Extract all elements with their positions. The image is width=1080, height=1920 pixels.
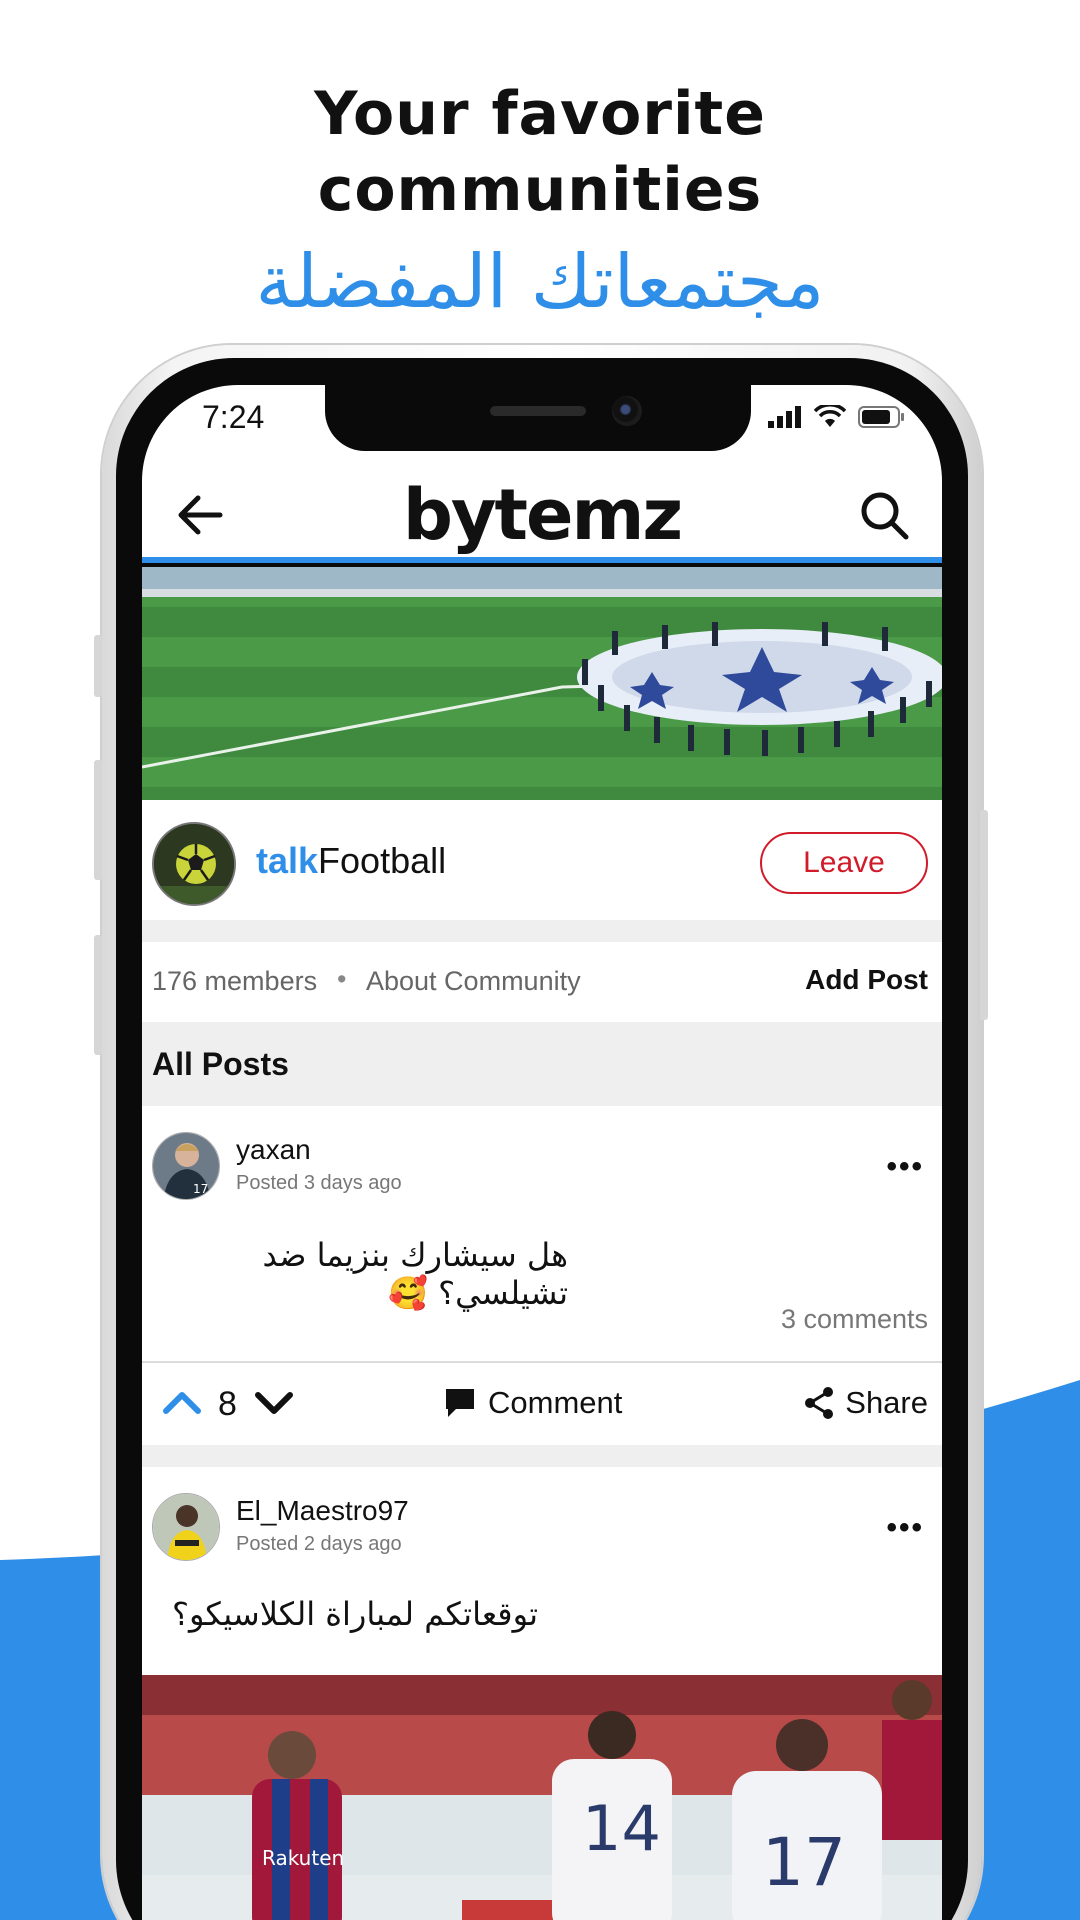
all-posts-title: All Posts [152,1046,289,1082]
phone-speaker [490,406,586,416]
post-image: Rakuten 14 17 [142,1675,942,1920]
upvote-icon[interactable] [162,1383,202,1423]
more-options-icon[interactable]: ••• [886,1511,924,1545]
app-logo: bytemz [402,474,683,556]
phone-screen: 7:24 bytemz talkFootball Leave 176 membe… [142,385,942,1920]
community-stats-row: 176 members • About Community Add Post [142,942,942,1022]
post-text: هل سيشارك بنزيما ضد تشيلسي؟ 🥰 [262,1236,568,1312]
post-card: 17 yaxan Posted 3 days ago ••• هل سيشارك… [142,1106,942,1445]
soccer-ball-icon [154,824,234,904]
avatar: 17 [152,1132,220,1200]
status-icons [768,405,906,429]
community-name-prefix: talk [256,840,319,881]
svg-text:Rakuten: Rakuten [262,1846,344,1870]
phone-side-button [980,810,988,1020]
comment-label: Comment [488,1385,623,1420]
post-gap [142,1445,942,1467]
post-card: El_Maestro97 Posted 2 days ago ••• توقعا… [142,1467,942,1920]
headline-arabic: مجتمعاتك المفضلة [255,239,825,325]
headline: Your favorite communities مجتمعاتك المفض… [0,76,1080,330]
leave-button[interactable]: Leave [760,832,928,894]
arrow-left-icon[interactable] [172,487,228,543]
wifi-icon [814,405,846,427]
avatar [152,1493,220,1561]
add-post-button[interactable]: Add Post [805,964,928,996]
phone-side-button [94,760,102,880]
community-name-suffix: Football [318,840,447,881]
community-cover-image [142,567,942,800]
share-button[interactable]: Share [803,1381,928,1425]
post-timestamp: Posted 3 days ago [236,1172,402,1194]
phone-side-button [94,935,102,1055]
downvote-icon[interactable] [254,1383,294,1423]
post-timestamp: Posted 2 days ago [236,1533,402,1555]
phone-notch [325,385,751,451]
status-time: 7:24 [202,399,265,435]
share-icon [805,1387,834,1419]
community-header: talkFootball Leave [142,800,942,920]
post-author[interactable]: yaxan [236,1134,311,1166]
headline-english-line1: Your favorite [314,79,766,149]
headline-english-line2: communities [317,155,763,225]
comment-icon [446,1389,474,1417]
share-label: Share [845,1385,928,1420]
comment-button[interactable]: Comment [444,1381,622,1425]
svg-text:14: 14 [582,1792,661,1865]
phone-side-button [94,635,102,697]
signal-icon [768,406,801,428]
svg-text:17: 17 [193,1182,208,1196]
about-community-link[interactable]: About Community [366,966,581,997]
stats-separator: • [337,964,347,994]
battery-icon [858,406,904,428]
community-name: talkFootball [256,840,446,882]
search-icon[interactable] [856,487,912,543]
members-count: 176 members [152,966,318,996]
post-actions: 8 Comment Share [142,1363,942,1445]
post-author[interactable]: El_Maestro97 [236,1495,409,1527]
vote-count: 8 [218,1385,237,1423]
community-avatar [152,822,236,906]
comments-count[interactable]: 3 comments [781,1304,928,1335]
post-text: توقعاتكم لمباراة الكلاسيكو؟ [172,1595,538,1633]
section-gap [142,920,942,942]
front-camera [612,396,642,426]
app-bar: bytemz [142,473,942,557]
svg-text:17: 17 [762,1824,846,1901]
more-options-icon[interactable]: ••• [886,1150,924,1184]
all-posts-header: All Posts [142,1022,942,1106]
app-store-screenshot: Your favorite communities مجتمعاتك المفض… [0,0,1080,1920]
